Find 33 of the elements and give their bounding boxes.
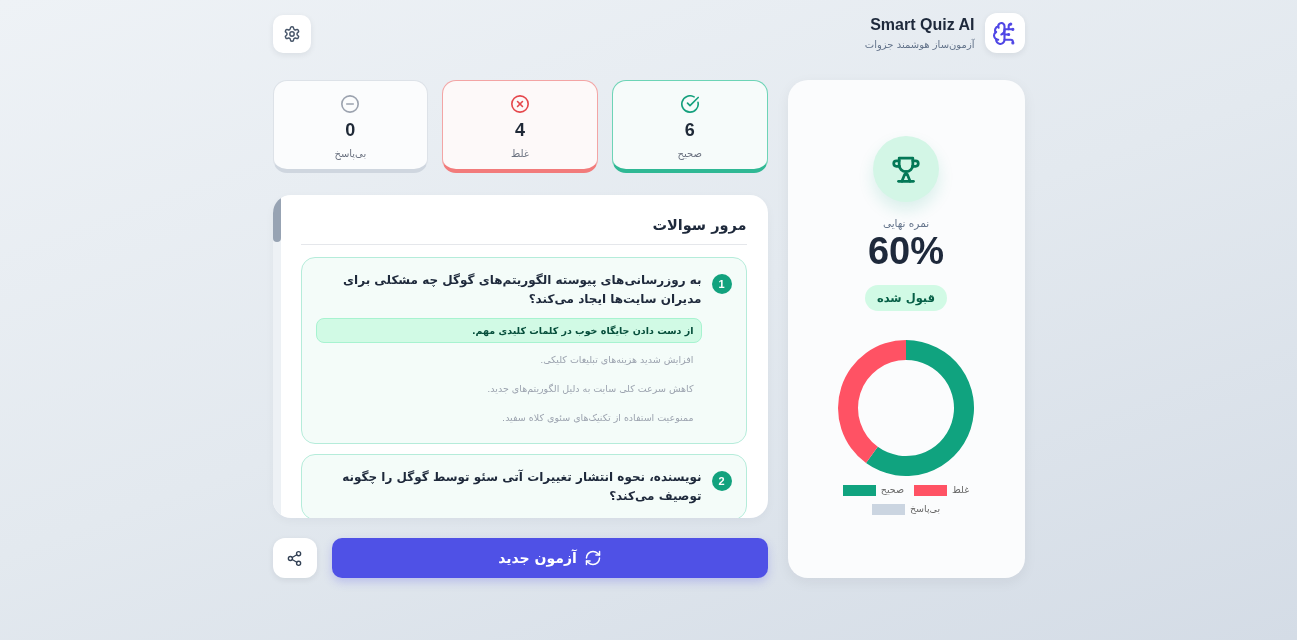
- question-text: به روزرسانی‌های پیوسته الگوریتم‌های گوگل چه مشکلی برای مدیران سایت‌ها ایجاد می‌کند؟: [342, 272, 702, 308]
- score-label: نمره نهایی: [882, 216, 930, 231]
- app-title: Smart Quiz AI: [870, 14, 975, 35]
- share-icon: [287, 550, 302, 566]
- minus-circle-icon: [341, 95, 360, 113]
- x-circle-icon: [511, 95, 529, 113]
- share-button[interactable]: [272, 538, 317, 578]
- answer-option: ممنوعیت استفاده از تکنیک‌های سئوی کلاه سفید.: [315, 405, 702, 430]
- status-badge: قبول شده: [864, 285, 948, 311]
- number-badge: 2: [711, 471, 732, 491]
- panel-title: مرور سوالات: [300, 215, 747, 245]
- new-quiz-button[interactable]: آزمون جدید: [331, 538, 768, 578]
- app-subtitle: آزمون‌ساز هوشمند جزوات: [864, 37, 975, 52]
- question-text: نویسنده، نحوه انتشار تغییرات آتی سئو توسط گوگل را چگونه توصیف می‌کند؟: [341, 468, 702, 506]
- answer-option: از دست دادن جایگاه خوب در کلمات کلیدی مهم.: [315, 318, 702, 343]
- legend-label: بی‌پاسخ: [909, 502, 941, 516]
- refresh-icon: [584, 550, 601, 566]
- check-circle-icon: [680, 95, 699, 113]
- score-value: 60%: [867, 230, 945, 273]
- stat-count: 4: [515, 119, 525, 141]
- answer-option: کاهش سرعت کلی سایت به دلیل الگوریتم‌های جدید.: [315, 376, 702, 401]
- settings-button[interactable]: [272, 14, 311, 53]
- stat-label: بی‌پاسخ: [334, 147, 367, 161]
- brain-icon: [984, 13, 1025, 53]
- legend-label: صحیح: [880, 483, 905, 497]
- stat-label: صحیح: [677, 147, 702, 161]
- stat-label: غلط: [511, 147, 530, 161]
- settings-icon: [283, 25, 300, 42]
- legend-label: غلط: [952, 483, 970, 497]
- number-badge: 1: [711, 274, 732, 294]
- stat-count: 6: [684, 119, 695, 141]
- stat-count: 0: [345, 119, 356, 141]
- answer-option: افزایش شدید هزینه‌های تبلیغات کلیکی.: [315, 347, 702, 372]
